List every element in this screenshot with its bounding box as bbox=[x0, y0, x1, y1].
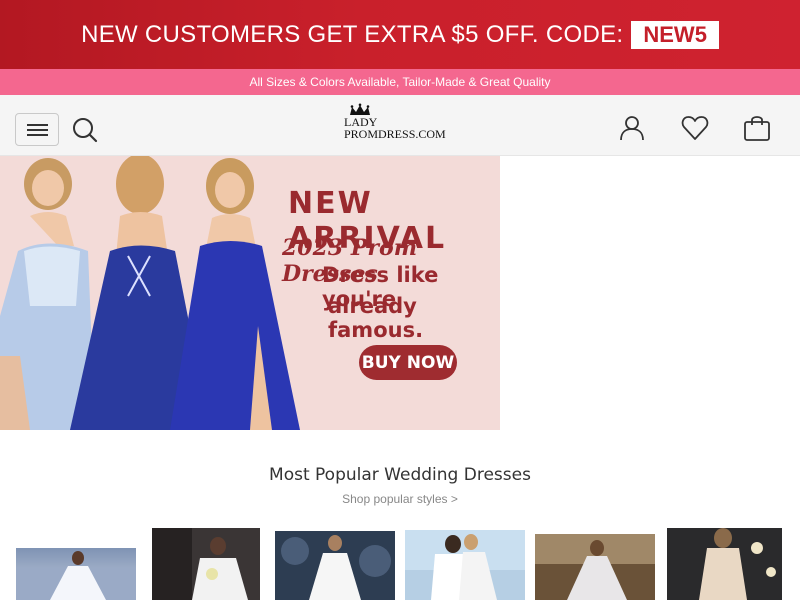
bag-icon bbox=[744, 116, 770, 141]
heart-icon bbox=[681, 116, 709, 140]
site-logo[interactable]: LADY PROMDRESS.COM bbox=[344, 103, 459, 149]
product-image bbox=[699, 528, 776, 600]
section-title: Most Popular Wedding Dresses bbox=[269, 465, 531, 485]
info-bar-text: All Sizes & Colors Available, Tailor-Mad… bbox=[249, 75, 551, 89]
menu-icon-bar bbox=[27, 134, 48, 136]
product-thumbnail[interactable] bbox=[667, 528, 782, 600]
search-button[interactable] bbox=[70, 115, 100, 145]
site-header: LADY PROMDRESS.COM bbox=[0, 95, 800, 156]
promo-code: NEW5 bbox=[631, 20, 719, 49]
account-icon bbox=[620, 116, 644, 141]
buy-now-button[interactable]: BUY NOW bbox=[359, 345, 457, 380]
cart-button[interactable] bbox=[742, 113, 772, 143]
wishlist-button[interactable] bbox=[680, 113, 710, 143]
menu-button[interactable] bbox=[15, 113, 59, 146]
models-image bbox=[0, 156, 300, 430]
product-thumbnail[interactable] bbox=[16, 548, 136, 600]
search-icon bbox=[73, 118, 98, 143]
banner-tagline-2: already famous. bbox=[328, 294, 424, 342]
menu-icon-bar bbox=[27, 129, 48, 131]
product-image bbox=[405, 534, 525, 600]
info-bar: All Sizes & Colors Available, Tailor-Mad… bbox=[0, 69, 800, 95]
product-thumbnail[interactable] bbox=[275, 531, 395, 600]
product-thumbnail[interactable] bbox=[405, 530, 525, 600]
promo-banner[interactable]: NEW CUSTOMERS GET EXTRA $5 OFF. CODE: NE… bbox=[0, 0, 800, 69]
product-image bbox=[152, 528, 248, 600]
product-thumbnail[interactable] bbox=[535, 534, 655, 600]
product-image bbox=[281, 535, 391, 600]
promo-text: NEW CUSTOMERS GET EXTRA $5 OFF. CODE: bbox=[81, 20, 624, 48]
product-thumbnail[interactable] bbox=[152, 528, 260, 600]
logo-line2: PROMDRESS.COM bbox=[344, 127, 446, 141]
menu-icon bbox=[27, 124, 48, 126]
shop-popular-styles-link[interactable]: Shop popular styles > bbox=[0, 492, 800, 506]
account-button[interactable] bbox=[617, 113, 647, 143]
hero-banner[interactable]: NEW ARRIVAL 2023 Prom Dresses Dress like… bbox=[0, 156, 500, 430]
product-image bbox=[16, 551, 136, 600]
product-image bbox=[535, 534, 655, 600]
